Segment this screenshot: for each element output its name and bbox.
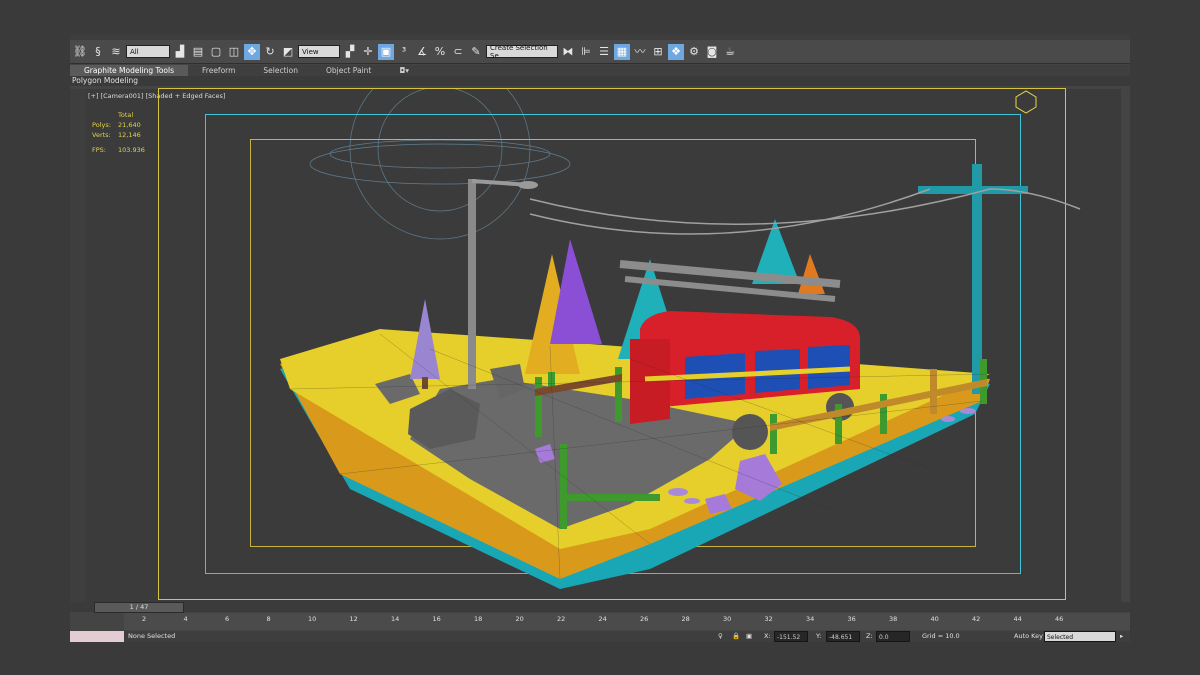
y-label: Y: xyxy=(816,632,822,640)
scale-icon[interactable]: ◩ xyxy=(280,44,296,60)
scene-render xyxy=(280,89,1081,589)
y-coordinate-field[interactable]: -48.651 xyxy=(826,631,860,642)
select-manipulate-icon[interactable]: ✛ xyxy=(360,44,376,60)
reference-coord-select[interactable]: View xyxy=(298,45,340,58)
timeline-tick-label: 46 xyxy=(1055,615,1064,623)
mirror-icon[interactable]: ⧓ xyxy=(560,44,576,60)
viewport-statistics: Total Polys: 21,640 Verts: 12,146 FPS: 103.… xyxy=(92,110,145,155)
curve-editor-icon[interactable]: 〰 xyxy=(632,44,648,60)
timeline-tick-label: 44 xyxy=(1013,615,1022,623)
viewcube-icon[interactable] xyxy=(1015,90,1037,114)
timeline-tick-label: 38 xyxy=(889,615,898,623)
layer-manager-icon[interactable]: ☰ xyxy=(596,44,612,60)
x-coordinate-field[interactable]: -151.52 xyxy=(774,631,808,642)
percent-snap-icon[interactable]: % xyxy=(432,44,448,60)
window-crossing-icon[interactable]: ◫ xyxy=(226,44,242,60)
rect-selection-icon[interactable]: ▢ xyxy=(208,44,224,60)
timeline-tick-label: 14 xyxy=(391,615,400,623)
isolate-icon[interactable]: ♀ xyxy=(718,631,723,642)
graphite-tools-icon[interactable]: ▦ xyxy=(614,43,630,60)
bind-spacewarp-icon[interactable]: ≋ xyxy=(108,44,124,60)
tab-graphite-modeling[interactable]: Graphite Modeling Tools xyxy=(70,65,189,76)
stats-fps-value: 103.936 xyxy=(118,146,145,154)
main-toolbar: ⛓ § ≋ All ▟ ▤ ▢ ◫ ✥ ↻ ◩ View ▞ ✛ ▣ ³ ∡ %… xyxy=(70,40,1130,64)
tab-object-paint[interactable]: Object Paint xyxy=(312,65,385,76)
angle-snap-icon[interactable]: ∡ xyxy=(414,44,430,60)
time-slider[interactable]: 1 / 47 xyxy=(94,602,184,613)
snap-icon[interactable]: ³ xyxy=(396,44,412,60)
maxscript-listener[interactable] xyxy=(70,631,124,642)
selection-filter-select[interactable]: All xyxy=(126,45,170,58)
app-window: ⛓ § ≋ All ▟ ▤ ▢ ◫ ✥ ↻ ◩ View ▞ ✛ ▣ ³ ∡ %… xyxy=(70,34,1130,642)
timeline-tick-label: 24 xyxy=(598,615,607,623)
ribbon-tabs: Graphite Modeling Tools Freeform Selecti… xyxy=(70,65,1130,76)
timeline-tick-label: 42 xyxy=(972,615,981,623)
timeline-tick-label: 32 xyxy=(764,615,773,623)
stats-verts-value: 12,146 xyxy=(118,131,141,139)
render-setup-icon[interactable]: ⚙ xyxy=(686,44,702,60)
tab-selection[interactable]: Selection xyxy=(249,65,312,76)
timeline-tick-label: 26 xyxy=(640,615,649,623)
tree-orange xyxy=(798,254,825,294)
named-selection-set-select[interactable]: Create Selection Se xyxy=(486,44,558,60)
timeline-tick-label: 18 xyxy=(474,615,483,623)
render-teapot-icon[interactable]: ☕ xyxy=(722,44,738,60)
left-strip xyxy=(70,89,86,603)
keyboard-override-icon[interactable]: ▣ xyxy=(378,43,394,60)
select-by-name-icon[interactable]: ▤ xyxy=(190,44,206,60)
key-filter-select[interactable]: Selected xyxy=(1044,631,1116,642)
key-mode-icon[interactable]: ▸ xyxy=(1120,631,1123,642)
timeline-tick-label: 16 xyxy=(432,615,441,623)
ribbon-panel-label: Polygon Modeling xyxy=(70,76,1130,86)
move-icon[interactable]: ✥ xyxy=(244,43,260,60)
schematic-view-icon[interactable]: ⊞ xyxy=(650,44,666,60)
stats-polys-label: Polys: xyxy=(92,121,111,129)
select-object-icon[interactable]: ▟ xyxy=(172,44,188,60)
spinner-snap-icon[interactable]: ⊂ xyxy=(450,44,466,60)
timeline-tick-label: 40 xyxy=(930,615,939,623)
timeline-tick-label: 20 xyxy=(515,615,524,623)
timeline-tick-label: 2 xyxy=(142,615,147,623)
timeline-ruler[interactable]: 2 4 6 8 10 12 14 16 18 20 22 24 26 28 30 32 34 36 38 40 42 44… xyxy=(124,613,1130,630)
timeline-tick-label: 8 xyxy=(266,615,271,623)
stats-verts-label: Verts: xyxy=(92,131,111,139)
selection-status: None Selected xyxy=(128,632,176,640)
status-bar: None Selected ♀ 🔒 ▣ X: -151.52 Y: -48.65… xyxy=(70,631,1130,642)
pivot-icon[interactable]: ▞ xyxy=(342,44,358,60)
timeline-tick-label: 22 xyxy=(557,615,566,623)
unlink-icon[interactable]: § xyxy=(90,44,106,60)
timeline-tick-label: 10 xyxy=(308,615,317,623)
ribbon-options-icon[interactable]: ◘▾ xyxy=(385,65,423,76)
timeline-tick-label: 4 xyxy=(183,615,188,623)
timeline-tick-label: 30 xyxy=(723,615,732,623)
time-slider-track[interactable] xyxy=(70,602,1130,612)
align-icon[interactable]: ⊫ xyxy=(578,44,594,60)
lock-selection-icon[interactable]: 🔒 xyxy=(732,631,740,642)
camera-gizmo xyxy=(309,89,571,240)
timeline-tick-label: 34 xyxy=(806,615,815,623)
stats-polys-value: 21,640 xyxy=(118,121,141,129)
auto-key-label[interactable]: Auto Key xyxy=(1014,631,1043,642)
link-icon[interactable]: ⛓ xyxy=(72,44,88,60)
tab-freeform[interactable]: Freeform xyxy=(188,65,249,76)
timeline-tick-label: 12 xyxy=(349,615,358,623)
material-editor-icon[interactable]: ❖ xyxy=(668,43,684,60)
stats-total-label: Total xyxy=(118,111,134,119)
z-label: Z: xyxy=(866,632,873,640)
timeline-tick-label: 6 xyxy=(225,615,230,623)
absolute-mode-icon[interactable]: ▣ xyxy=(746,631,752,642)
timeline-tick-label: 28 xyxy=(681,615,690,623)
rendered-frame-icon[interactable]: ◙ xyxy=(704,44,720,60)
edit-named-selection-icon[interactable]: ✎ xyxy=(468,44,484,60)
grid-status: Grid = 10.0 xyxy=(922,632,960,640)
x-label: X: xyxy=(764,632,771,640)
timeline-tick-label: 36 xyxy=(847,615,856,623)
z-coordinate-field[interactable]: 0.0 xyxy=(876,631,910,642)
stats-fps-label: FPS: xyxy=(92,146,106,154)
rotate-icon[interactable]: ↻ xyxy=(262,44,278,60)
